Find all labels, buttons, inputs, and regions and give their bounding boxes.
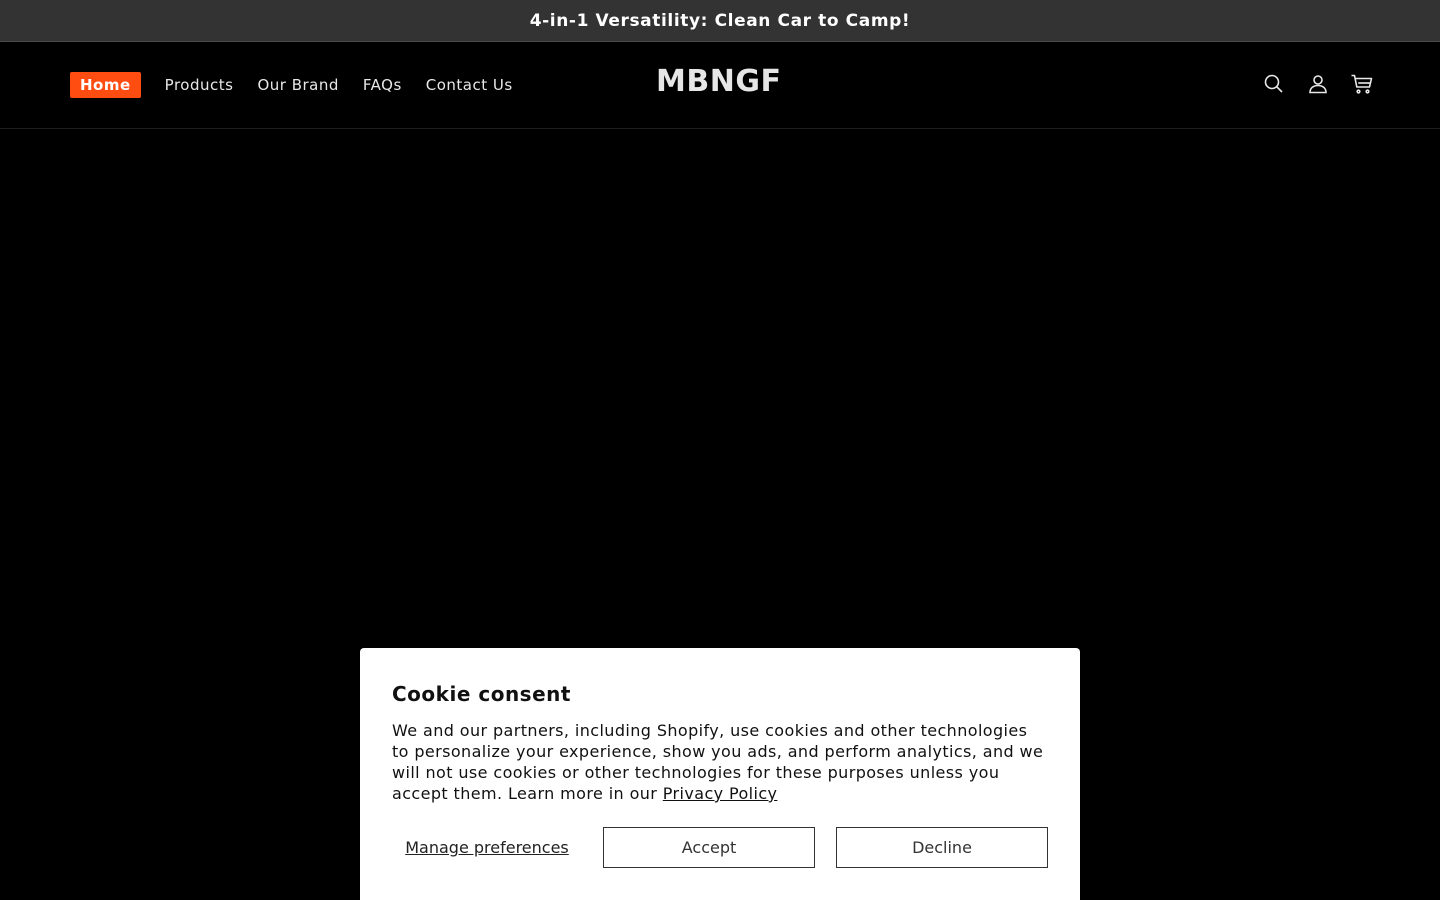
privacy-policy-link[interactable]: Privacy Policy [663, 784, 778, 803]
accept-button[interactable]: Accept [603, 827, 815, 868]
nav-item-home[interactable]: Home [70, 72, 141, 98]
account-icon[interactable] [1306, 72, 1330, 96]
site-header: Home Products Our Brand FAQs Contact Us … [0, 42, 1440, 129]
main-nav: Home Products Our Brand FAQs Contact Us [70, 72, 537, 98]
decline-button[interactable]: Decline [836, 827, 1048, 868]
search-icon[interactable] [1262, 72, 1286, 96]
manage-preferences-link[interactable]: Manage preferences [392, 838, 582, 857]
nav-item-products[interactable]: Products [165, 76, 234, 94]
header-icons [1242, 72, 1374, 96]
cookie-message: We and our partners, including Shopify, … [392, 720, 1048, 804]
announcement-text: 4-in-1 Versatility: Clean Car to Camp! [529, 10, 911, 31]
cookie-title: Cookie consent [392, 682, 571, 706]
nav-item-contact-us[interactable]: Contact Us [426, 76, 513, 94]
cookie-consent-dialog: Cookie consent We and our partners, incl… [360, 648, 1080, 900]
announcement-bar: 4-in-1 Versatility: Clean Car to Camp! [0, 0, 1440, 42]
cart-icon[interactable] [1350, 72, 1374, 96]
nav-item-our-brand[interactable]: Our Brand [257, 76, 338, 94]
cookie-actions: Manage preferences Accept Decline [392, 827, 1048, 868]
site-logo[interactable]: MBNGF [656, 64, 781, 99]
nav-item-faqs[interactable]: FAQs [363, 76, 402, 94]
